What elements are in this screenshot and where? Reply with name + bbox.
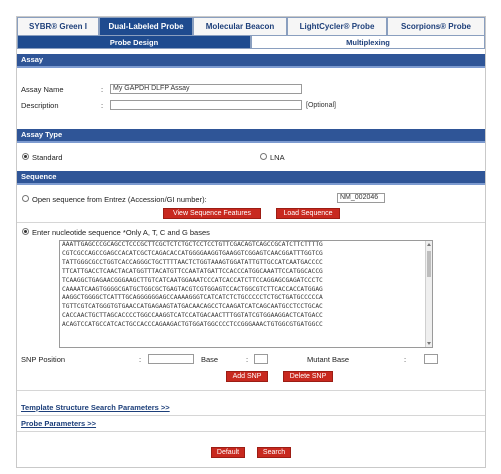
tab-scorpions-probe[interactable]: Scorpions® Probe xyxy=(387,17,485,35)
tab-multiplexing[interactable]: Multiplexing xyxy=(251,35,485,49)
sequence-line: TGTTCGTCATGGGTGTGAACCATGAGAAGTATGACAACAG… xyxy=(62,303,323,311)
sequence-scrollbar[interactable] xyxy=(425,241,432,347)
sequence-line: ACAGTCCATGCCATCACTGCCACCCAGAAGACTGTGGATG… xyxy=(62,321,323,329)
scroll-down-icon[interactable] xyxy=(427,342,431,345)
probe-design-form: SYBR® Green I Dual-Labeled Probe Molecul… xyxy=(16,16,486,468)
sequence-line: CAAAATCAAGTGGGGCGATGCTGGCGCTGAGTACGTCGTG… xyxy=(62,285,323,293)
enter-sequence-radio[interactable] xyxy=(22,228,29,235)
tab-molecular-beacon[interactable]: Molecular Beacon xyxy=(193,17,287,35)
delete-snp-button[interactable]: Delete SNP xyxy=(283,371,333,382)
add-snp-button[interactable]: Add SNP xyxy=(226,371,268,382)
assay-name-label: Assay Name xyxy=(21,85,64,94)
colon: : xyxy=(101,101,104,110)
load-sequence-button[interactable]: Load Sequence xyxy=(276,208,340,219)
scroll-thumb[interactable] xyxy=(427,251,431,277)
sequence-textarea[interactable]: AAATTGAGCCCGCAGCCTCCCGCTTCGCTCTCTGCTCCTC… xyxy=(59,240,433,348)
assay-section-header: Assay xyxy=(17,54,485,68)
mutant-base-input[interactable] xyxy=(424,354,438,364)
mode-tabs: Probe Design Multiplexing xyxy=(17,35,485,49)
sequence-line: TATTGGGCGCCTGGTCACCAGGGCTGCTTTTAACTCTGGT… xyxy=(62,258,323,266)
sequence-line: AAATTGAGCCCGCAGCCTCCCGCTTCGCTCTCTGCTCCTC… xyxy=(62,241,323,248)
base-input[interactable] xyxy=(254,354,268,364)
assay-name-input[interactable]: My GAPDH DLFP Assay xyxy=(110,84,302,94)
colon: : xyxy=(101,85,104,94)
enter-sequence-label: Enter nucleotide sequence *Only A, T, C … xyxy=(32,228,210,237)
base-label: Base xyxy=(201,355,219,364)
accession-input[interactable]: NM_002046 xyxy=(337,193,385,203)
sequence-line: TCAAGGCTGAGAACGGGAAGCTTGTCATCAATGGAAATCC… xyxy=(62,276,323,284)
open-entrez-radio[interactable] xyxy=(22,195,29,202)
assay-chemistry-tabs: SYBR® Green I Dual-Labeled Probe Molecul… xyxy=(17,17,485,35)
scroll-up-icon[interactable] xyxy=(427,243,431,246)
tab-probe-design[interactable]: Probe Design xyxy=(17,35,251,49)
mutant-base-label: Mutant Base xyxy=(307,355,350,364)
standard-label: Standard xyxy=(32,153,63,162)
sequence-line: CACCAACTGCTTAGCACCCCTGGCCAAGGTCATCCATGAC… xyxy=(62,312,323,320)
tab-lightcycler-probe[interactable]: LightCycler® Probe xyxy=(287,17,387,35)
colon: : xyxy=(404,355,407,364)
sequence-line: AAGGCTGGGGCTCATTTGCAGGGGGGAGCCAAAAGGGTCA… xyxy=(62,294,323,302)
lna-radio[interactable] xyxy=(260,153,267,160)
default-button[interactable]: Default xyxy=(211,447,245,458)
divider xyxy=(17,390,485,391)
template-structure-params-link[interactable]: Template Structure Search Parameters >> xyxy=(21,403,170,412)
lna-label: LNA xyxy=(270,153,285,162)
view-sequence-features-button[interactable]: View Sequence Features xyxy=(163,208,261,219)
probe-params-link[interactable]: Probe Parameters >> xyxy=(21,419,96,428)
colon: : xyxy=(246,355,249,364)
optional-hint: [Optional] xyxy=(306,102,336,109)
search-button[interactable]: Search xyxy=(257,447,291,458)
standard-radio[interactable] xyxy=(22,153,29,160)
snp-position-input[interactable] xyxy=(148,354,194,364)
open-entrez-label: Open sequence from Entrez (Accession/GI … xyxy=(32,195,207,204)
colon: : xyxy=(139,355,142,364)
description-input[interactable] xyxy=(110,100,302,110)
divider xyxy=(17,222,485,223)
sequence-section-header: Sequence xyxy=(17,171,485,185)
description-label: Description xyxy=(21,101,59,110)
tab-dual-labeled-probe[interactable]: Dual-Labeled Probe xyxy=(99,17,193,35)
divider xyxy=(17,431,485,432)
tab-sybr-green[interactable]: SYBR® Green I xyxy=(17,17,99,35)
assay-type-section-header: Assay Type xyxy=(17,129,485,143)
divider xyxy=(17,415,485,416)
sequence-line: TTCATTGACCTCAACTACATGGTTTACATGTTCCAATATG… xyxy=(62,267,323,275)
snp-position-label: SNP Position xyxy=(21,355,66,364)
sequence-line: CGTCGCCAGCCGAGCCACATCGCTCAGACACCATGGGGAA… xyxy=(62,249,323,257)
